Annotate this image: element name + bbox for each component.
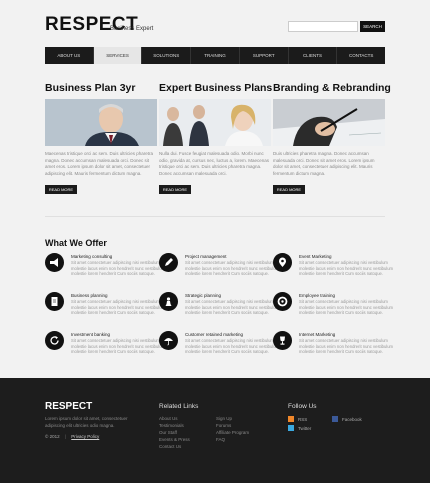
feature-title: Business Plan 3yr <box>45 82 136 94</box>
offer-title[interactable]: Event Marketing <box>299 254 332 259</box>
trophy-icon <box>273 331 292 350</box>
tagline: Business Expert <box>110 26 154 32</box>
footer-text: Lorem ipsum dolor sit amet, consectetuer… <box>45 416 128 428</box>
offer-text: Sit amet consectetuer adipiscing nisi ve… <box>185 338 280 355</box>
offer-title[interactable]: Project management <box>185 254 227 259</box>
footer-link[interactable]: About Us <box>159 415 190 422</box>
feature-text: Maecenas tristique orci ac sem. Duis ult… <box>45 151 154 176</box>
related-links-col-1: About Us Testimonials Our Staff Events &… <box>159 415 190 450</box>
read-more-button[interactable]: READ MORE <box>45 185 77 194</box>
feature-title: Expert Business Plans <box>159 82 273 94</box>
footer-link[interactable]: Sign Up <box>216 415 249 422</box>
offer-title[interactable]: Investment banking <box>71 332 110 337</box>
offer-item: Internet Marketing Sit amet consectetuer… <box>273 331 393 361</box>
offer-text: Sit amet consectetuer adipiscing nisi ve… <box>185 260 280 277</box>
offer-text: Sit amet consectetuer adipiscing nisi ve… <box>71 260 166 277</box>
feature-title: Branding & Rebranding <box>273 82 391 94</box>
feature-image <box>45 99 157 146</box>
nav-item-clients[interactable]: CLIENTS <box>289 47 338 64</box>
offer-text: Sit amet consectetuer adipiscing nisi ve… <box>299 338 394 355</box>
offer-text: Sit amet consectetuer adipiscing nisi ve… <box>71 338 166 355</box>
document-icon <box>45 292 64 311</box>
umbrella-icon <box>159 331 178 350</box>
nav-item-solutions[interactable]: SOLUTIONS <box>142 47 192 64</box>
footer-link[interactable]: Testimonials <box>159 422 190 429</box>
related-links-col-2: Sign Up Forums Affiliate Program FAQ <box>216 415 249 443</box>
social-label: Twitter <box>298 425 312 431</box>
offer-text: Sit amet consectetuer adipiscing nisi ve… <box>185 299 280 316</box>
offer-item: Business planning Sit amet consectetuer … <box>45 292 165 322</box>
offer-title[interactable]: Strategic planning <box>185 293 221 298</box>
nav-item-about[interactable]: ABOUT US <box>45 47 94 64</box>
nav-item-services[interactable]: SERVICES <box>93 47 143 64</box>
offer-text: Sit amet consectetuer adipiscing nisi ve… <box>71 299 166 316</box>
feature-image <box>273 99 385 146</box>
footer-link[interactable]: Forums <box>216 422 249 429</box>
chess-icon <box>159 292 178 311</box>
feature-image <box>159 99 271 146</box>
nav-item-support[interactable]: SUPPORT <box>240 47 289 64</box>
separator: | <box>64 434 67 439</box>
copyright-text: © 2012 <box>45 434 60 439</box>
offer-item: Customer retained marketing Sit amet con… <box>159 331 279 361</box>
twitter-icon <box>288 425 294 431</box>
follow-us-title: Follow Us <box>288 403 317 410</box>
refresh-icon <box>45 331 64 350</box>
social-twitter[interactable]: Twitter <box>288 425 311 431</box>
feature-text: Nulla dui. Fusce feugiat malesuada odio.… <box>159 151 270 176</box>
offers-section-title: What We Offer <box>45 238 107 248</box>
megaphone-icon <box>45 253 64 272</box>
footer-link[interactable]: Events & Press <box>159 436 190 443</box>
offer-item: Employee training Sit amet consectetuer … <box>273 292 393 322</box>
read-more-button[interactable]: READ MORE <box>273 185 305 194</box>
offer-item: Project management Sit amet consectetuer… <box>159 253 279 283</box>
footer-link[interactable]: Affiliate Program <box>216 429 249 436</box>
offer-item: Marketing consulting Sit amet consectetu… <box>45 253 165 283</box>
main-nav: ABOUT US SERVICES SOLUTIONS TRAINING SUP… <box>45 47 385 64</box>
copyright: © 2012 | Privacy Policy <box>45 434 99 439</box>
facebook-icon <box>332 416 338 422</box>
offer-title[interactable]: Business planning <box>71 293 108 298</box>
social-label: Facebook <box>342 416 362 422</box>
footer-link[interactable]: Our Staff <box>159 429 190 436</box>
offer-text: Sit amet consectetuer adipiscing nisi ve… <box>299 260 394 277</box>
location-pin-icon <box>273 253 292 272</box>
offer-title[interactable]: Marketing consulting <box>71 254 112 259</box>
offer-title[interactable]: Customer retained marketing <box>185 332 243 337</box>
rss-icon <box>288 416 294 422</box>
logo[interactable]: RESPECT <box>45 14 138 36</box>
social-rss[interactable]: RSS <box>288 416 307 422</box>
search-input[interactable] <box>288 21 358 32</box>
search-button[interactable]: SEARCH <box>360 21 385 32</box>
section-divider <box>45 216 385 217</box>
offer-item: Event Marketing Sit amet consectetuer ad… <box>273 253 393 283</box>
offer-text: Sit amet consectetuer adipiscing nisi ve… <box>299 299 394 316</box>
offer-title[interactable]: Internet Marketing <box>299 332 335 337</box>
nav-item-contacts[interactable]: CONTACTS <box>337 47 385 64</box>
offer-item: Strategic planning Sit amet consectetuer… <box>159 292 279 322</box>
nav-item-training[interactable]: TRAINING <box>191 47 240 64</box>
footer <box>0 378 430 483</box>
feature-text: Duis ultricies pharetra magna. Donec acc… <box>273 151 375 176</box>
offer-title[interactable]: Employee training <box>299 293 335 298</box>
privacy-policy-link[interactable]: Privacy Policy <box>71 434 99 439</box>
related-links-title: Related Links <box>159 403 199 410</box>
offer-item: Investment banking Sit amet consectetuer… <box>45 331 165 361</box>
read-more-button[interactable]: READ MORE <box>159 185 191 194</box>
pen-icon <box>159 253 178 272</box>
footer-link[interactable]: Contact Us <box>159 443 190 450</box>
lifebuoy-icon <box>273 292 292 311</box>
footer-link[interactable]: FAQ <box>216 436 249 443</box>
social-facebook[interactable]: Facebook <box>332 416 362 422</box>
footer-logo[interactable]: RESPECT <box>45 401 92 412</box>
social-label: RSS <box>298 416 308 422</box>
